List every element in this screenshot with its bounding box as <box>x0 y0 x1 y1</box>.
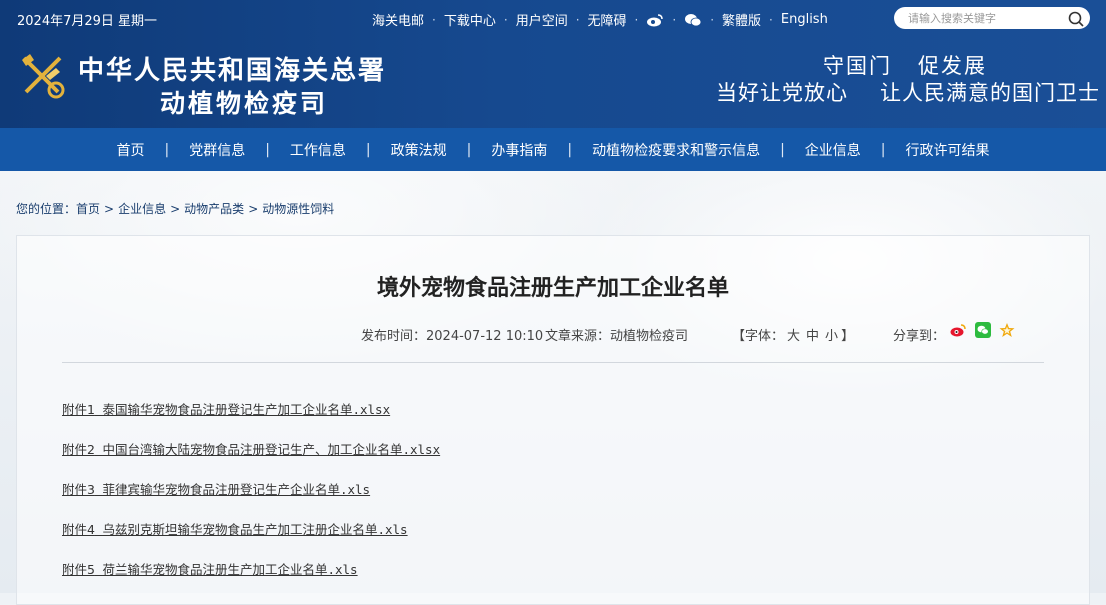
site-header: 2024年7月29日 星期一 海关电邮 · 下载中心 · 用户空间 · 无障碍 … <box>0 0 1106 128</box>
breadcrumb-animal-products[interactable]: 动物产品类 <box>184 202 244 216</box>
slogan-line1: 守国门 促发展 <box>823 50 1013 80</box>
article-source: 文章来源：动植物检疫司 <box>545 325 688 344</box>
nav-item-quarantine[interactable]: 动植物检疫要求和警示信息 <box>572 140 780 160</box>
font-large-button[interactable]: 大 <box>787 329 800 344</box>
top-links: 海关电邮 · 下载中心 · 用户空间 · 无障碍 · · · 繁體版 · Eng… <box>372 10 828 29</box>
divider <box>62 362 1044 363</box>
search-box <box>894 7 1090 29</box>
attachment-link[interactable]: 附件3 菲律宾输华宠物食品注册登记生产企业名单.xls <box>62 479 370 498</box>
weibo-icon[interactable] <box>646 13 664 27</box>
font-size-switcher: 【字体：大中小】 <box>732 325 854 344</box>
breadcrumb-separator: > <box>104 202 115 216</box>
link-english[interactable]: English <box>781 12 828 27</box>
article-title: 境外宠物食品注册生产加工企业名单 <box>376 276 729 301</box>
nav-item-license[interactable]: 行政许可结果 <box>886 140 1010 160</box>
breadcrumb-separator: > <box>248 202 259 216</box>
source-value: 动植物检疫司 <box>610 329 689 344</box>
source-label: 文章来源： <box>545 329 611 344</box>
breadcrumb-prefix: 您的位置： <box>16 202 77 216</box>
breadcrumb-separator: > <box>170 202 181 216</box>
font-small-button[interactable]: 小 <box>825 329 838 344</box>
search-icon[interactable] <box>1068 11 1084 27</box>
link-user-space[interactable]: 用户空间 <box>516 10 568 29</box>
nav-item-policy[interactable]: 政策法规 <box>371 140 467 160</box>
separator: · <box>672 12 677 27</box>
link-accessibility[interactable]: 无障碍 <box>588 10 627 29</box>
attachment-link[interactable]: 附件5 荷兰输华宠物食品注册生产加工企业名单.xls <box>62 559 358 578</box>
share-favorite-icon[interactable] <box>999 322 1015 338</box>
publish-time: 发布时间：2024-07-12 10:10 <box>361 325 543 344</box>
link-traditional-chinese[interactable]: 繁體版 <box>722 10 761 29</box>
font-medium-button[interactable]: 中 <box>806 329 819 344</box>
current-date: 2024年7月29日 星期一 <box>17 14 158 29</box>
attachment-link[interactable]: 附件1 泰国输华宠物食品注册登记生产加工企业名单.xlsx <box>62 399 390 418</box>
search-input[interactable] <box>908 10 1058 26</box>
nav-item-enterprise[interactable]: 企业信息 <box>785 140 881 160</box>
share-label: 分享到： <box>893 329 946 344</box>
nav-item-party[interactable]: 党群信息 <box>169 140 265 160</box>
site-title: 中华人民共和国海关总署 <box>78 56 387 86</box>
link-download-center[interactable]: 下载中心 <box>444 10 496 29</box>
slogan-text: 促发展 <box>918 54 987 78</box>
wechat-icon[interactable] <box>684 13 702 27</box>
font-label: 【字体： <box>732 329 785 344</box>
attachment-link[interactable]: 附件2 中国台湾输大陆宠物食品注册登记生产、加工企业名单.xlsx <box>62 439 440 458</box>
top-bar: 2024年7月29日 星期一 海关电邮 · 下载中心 · 用户空间 · 无障碍 … <box>0 0 1106 36</box>
nav-item-guide[interactable]: 办事指南 <box>471 140 567 160</box>
share-wechat-icon[interactable] <box>975 322 991 338</box>
breadcrumb: 您的位置：首页 > 企业信息 > 动物产品类 > 动物源性饲料 <box>16 200 334 217</box>
nav-item-work[interactable]: 工作信息 <box>270 140 366 160</box>
slogan-text: 让人民满意的国门卫士 <box>880 81 1100 105</box>
separator: · <box>432 12 436 27</box>
breadcrumb-home[interactable]: 首页 <box>76 202 100 216</box>
publish-value: 2024-07-12 10:10 <box>426 329 544 344</box>
separator: · <box>710 12 715 27</box>
site-subtitle: 动植物检疫司 <box>160 89 329 118</box>
nav-item-home[interactable]: 首页 <box>96 140 164 160</box>
breadcrumb-enterprise[interactable]: 企业信息 <box>118 202 166 216</box>
separator: · <box>769 12 773 27</box>
slogan-line2: 当好让党放心 让人民满意的国门卫士 <box>716 77 1100 107</box>
attachment-link[interactable]: 附件4 乌兹别克斯坦输华宠物食品生产加工注册企业名单.xls <box>62 519 408 538</box>
separator: · <box>503 12 508 27</box>
font-bracket: 】 <box>841 329 855 344</box>
separator: · <box>634 12 639 27</box>
link-email[interactable]: 海关电邮 <box>372 10 424 29</box>
slogan-text: 守国门 <box>823 54 892 78</box>
main-nav: 首页 | 党群信息 | 工作信息 | 政策法规 | 办事指南 | 动植物检疫要求… <box>0 128 1106 171</box>
publish-label: 发布时间： <box>361 329 427 344</box>
separator: · <box>575 12 580 27</box>
share-weibo-icon[interactable] <box>950 322 966 338</box>
slogan-text: 当好让党放心 <box>716 81 848 105</box>
breadcrumb-animal-feed[interactable]: 动物源性饲料 <box>262 202 334 216</box>
customs-emblem-icon <box>16 50 68 102</box>
